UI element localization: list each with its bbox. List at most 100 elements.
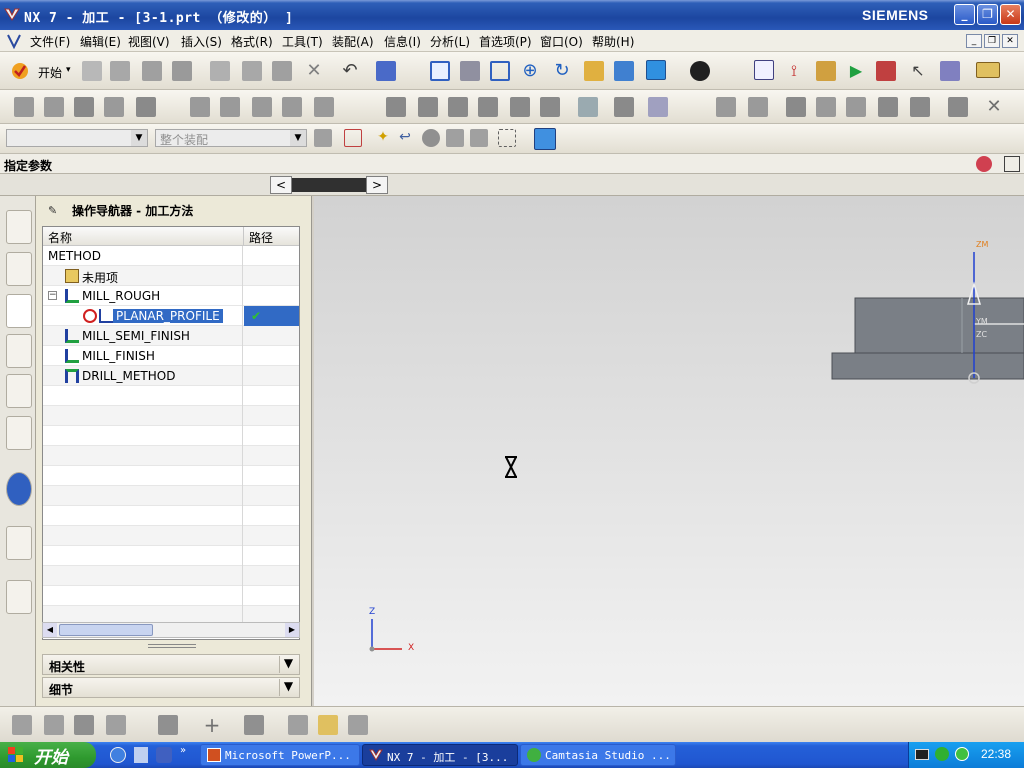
feature-navigator-tab[interactable]: [6, 374, 32, 408]
machine-tool-view-icon[interactable]: [220, 97, 240, 117]
table-row[interactable]: METHOD: [43, 246, 299, 266]
render-style-icon[interactable]: [690, 61, 710, 81]
bottom-tool-4-icon[interactable]: [106, 715, 126, 735]
curve-tool-icon[interactable]: [244, 715, 264, 735]
paste-object-icon[interactable]: [478, 97, 498, 117]
method-view-icon[interactable]: [282, 97, 302, 117]
body-select-icon[interactable]: [446, 129, 464, 147]
column-header-path[interactable]: 路径: [244, 227, 299, 246]
ops-group-3-icon[interactable]: [786, 97, 806, 117]
info-tab[interactable]: [6, 472, 32, 506]
menu-file[interactable]: 文件(F): [30, 33, 70, 50]
box-select-icon[interactable]: [498, 129, 516, 147]
menu-view[interactable]: 视图(V): [128, 33, 170, 50]
snap-icon[interactable]: [314, 129, 332, 147]
scroll-thumb[interactable]: [59, 624, 153, 636]
copy-icon[interactable]: [242, 61, 262, 81]
bottom-tool-1-icon[interactable]: [12, 715, 32, 735]
operation-navigator-tab[interactable]: [6, 294, 32, 328]
generate-icon[interactable]: ▶: [846, 61, 866, 81]
ops-group-5-icon[interactable]: [846, 97, 866, 117]
delete-icon[interactable]: ✕: [304, 61, 324, 81]
edit-object-icon[interactable]: [386, 97, 406, 117]
verify-icon[interactable]: [876, 61, 896, 81]
bottom-tool-2-icon[interactable]: [44, 715, 64, 735]
keyboard-icon[interactable]: [915, 749, 929, 760]
ops-group-2-icon[interactable]: [748, 97, 768, 117]
task-nx[interactable]: NX 7 - 加工 - [3...: [362, 744, 518, 766]
menu-edit[interactable]: 编辑(E): [80, 33, 121, 50]
point-select-icon[interactable]: [344, 129, 362, 147]
menu-preferences[interactable]: 首选项(P): [479, 33, 532, 50]
print-icon[interactable]: [172, 61, 192, 81]
create-method-icon[interactable]: [104, 97, 124, 117]
ops-group-4-icon[interactable]: [816, 97, 836, 117]
fit-view-icon[interactable]: [430, 61, 450, 81]
close-op-icon[interactable]: ✕: [984, 97, 1004, 117]
copy-object-icon[interactable]: [448, 97, 468, 117]
clock[interactable]: 22:38: [981, 747, 1011, 761]
constraint-navigator-tab[interactable]: [6, 252, 32, 286]
measure-icon[interactable]: [976, 62, 1000, 78]
filter-icon[interactable]: [940, 61, 960, 81]
tool-path-icon[interactable]: [816, 61, 836, 81]
shop-doc-icon[interactable]: [648, 97, 668, 117]
fullscreen-icon[interactable]: [1004, 156, 1020, 172]
info-icon[interactable]: [376, 61, 396, 81]
start-button[interactable]: 开始: [38, 64, 62, 81]
ops-group-6-icon[interactable]: [878, 97, 898, 117]
menu-analysis[interactable]: 分析(L): [430, 33, 470, 50]
table-row[interactable]: 未用项: [43, 266, 299, 286]
bottom-tool-8-icon[interactable]: [288, 715, 308, 735]
ops-group-1-icon[interactable]: [716, 97, 736, 117]
restore-button[interactable]: ❐: [977, 4, 998, 25]
chevron-down-icon[interactable]: ▼: [279, 656, 297, 673]
table-row[interactable]: DRILL_METHOD: [43, 366, 299, 386]
task-powerpoint[interactable]: Microsoft PowerP...: [200, 744, 360, 766]
minimize-button[interactable]: _: [954, 4, 975, 25]
mdi-restore-button[interactable]: ❐: [984, 34, 1000, 48]
cut-icon[interactable]: [210, 61, 230, 81]
select-feature-icon[interactable]: ✦: [374, 129, 392, 147]
close-button[interactable]: ✕: [1000, 4, 1021, 25]
geometry-view-icon[interactable]: [252, 97, 272, 117]
web-browser-tab[interactable]: [6, 526, 32, 560]
edge-select-icon[interactable]: [470, 129, 488, 147]
create-program-icon[interactable]: [14, 97, 34, 117]
menu-insert[interactable]: 插入(S): [181, 33, 222, 50]
csys-icon[interactable]: ⟟: [784, 61, 804, 81]
table-row[interactable]: MILL_FINISH: [43, 346, 299, 366]
media-icon[interactable]: [156, 747, 172, 763]
face-select-icon[interactable]: [422, 129, 440, 147]
paste-icon[interactable]: [272, 61, 292, 81]
bottom-tool-5-icon[interactable]: [158, 715, 178, 735]
reuse-library-tab[interactable]: [6, 416, 32, 450]
perspective-icon[interactable]: [614, 61, 634, 81]
slider-left-button[interactable]: <: [270, 176, 292, 194]
ops-group-8-icon[interactable]: [948, 97, 968, 117]
save-icon[interactable]: [142, 61, 162, 81]
chevron-down-icon[interactable]: ▼: [279, 679, 297, 696]
delete-op-icon[interactable]: [314, 97, 334, 117]
collapse-icon[interactable]: −: [48, 291, 57, 300]
ops-group-7-icon[interactable]: [910, 97, 930, 117]
panel-splitter[interactable]: [148, 644, 196, 648]
open-file-icon[interactable]: [110, 61, 130, 81]
bottom-tool-10-icon[interactable]: [348, 715, 368, 735]
slider-track[interactable]: [292, 178, 366, 192]
wcs-icon[interactable]: [754, 60, 774, 80]
table-row[interactable]: MILL_SEMI_FINISH: [43, 326, 299, 346]
chevron-down-icon[interactable]: ▾: [66, 65, 71, 75]
transform-icon[interactable]: [540, 97, 560, 117]
mdi-minimize-button[interactable]: _: [966, 34, 982, 48]
horizontal-scrollbar[interactable]: ◀ ▶: [42, 622, 300, 638]
bottom-tool-9-icon[interactable]: [318, 715, 338, 735]
pan-icon[interactable]: [584, 61, 604, 81]
shaded-cube-icon[interactable]: [646, 60, 666, 80]
create-operation-icon[interactable]: [136, 97, 156, 117]
bottom-tool-3-icon[interactable]: [74, 715, 94, 735]
menu-format[interactable]: 格式(R): [231, 33, 273, 50]
menu-tools[interactable]: 工具(T): [282, 33, 323, 50]
network-icon[interactable]: [935, 747, 949, 761]
ie-icon[interactable]: [110, 747, 126, 763]
